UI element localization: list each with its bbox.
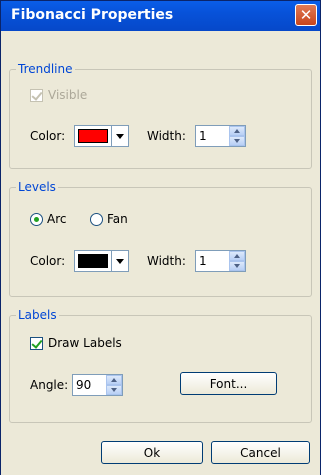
trendline-color-swatch	[78, 129, 108, 143]
levels-color-row: Color: Width: 1	[30, 250, 246, 272]
window-title: Fibonacci Properties	[11, 7, 174, 23]
fan-label: Fan	[107, 212, 128, 226]
trendline-color-row: Color: Width: 1	[30, 125, 246, 147]
labels-group: Labels Draw Labels Angle: 90 Font...	[9, 308, 312, 423]
levels-color-picker[interactable]	[74, 250, 129, 272]
fibonacci-properties-dialog: Fibonacci Properties ✕ Trendline Visible…	[0, 0, 321, 475]
trendline-group: Trendline Visible Color: Width: 1	[9, 62, 312, 169]
dialog-body: Trendline Visible Color: Width: 1 Levels…	[1, 31, 320, 475]
close-icon[interactable]: ✕	[295, 4, 317, 26]
trendline-color-label: Color:	[30, 129, 66, 143]
font-button[interactable]: Font...	[180, 372, 277, 395]
spin-up-icon[interactable]	[106, 375, 122, 385]
chevron-down-icon[interactable]	[111, 126, 128, 146]
levels-width-stepper[interactable]: 1	[195, 250, 246, 272]
spin-down-icon[interactable]	[229, 136, 245, 146]
visible-checkbox-row[interactable]: Visible	[30, 88, 87, 102]
trendline-width-stepper[interactable]: 1	[195, 125, 246, 147]
title-bar[interactable]: Fibonacci Properties ✕	[1, 1, 320, 31]
levels-width-value[interactable]: 1	[196, 251, 229, 271]
levels-color-label: Color:	[30, 254, 66, 268]
fan-radio[interactable]	[90, 212, 103, 226]
draw-labels-checkbox[interactable]	[30, 336, 43, 350]
spin-up-icon[interactable]	[229, 251, 245, 261]
angle-value[interactable]: 90	[73, 375, 106, 395]
levels-width-label: Width:	[147, 254, 186, 268]
cancel-button[interactable]: Cancel	[211, 441, 310, 464]
angle-stepper[interactable]: 90	[72, 374, 123, 396]
trendline-group-title: Trendline	[16, 62, 75, 76]
visible-checkbox[interactable]	[30, 88, 43, 102]
visible-label: Visible	[48, 88, 88, 102]
levels-group-title: Levels	[16, 180, 58, 194]
spin-down-icon[interactable]	[229, 261, 245, 271]
levels-group: Levels Arc Fan Color: Width: 1	[9, 180, 312, 297]
trendline-width-value[interactable]: 1	[196, 126, 229, 146]
trendline-width-label: Width:	[147, 129, 186, 143]
spin-down-icon[interactable]	[106, 385, 122, 395]
angle-label: Angle:	[30, 378, 69, 392]
ok-button[interactable]: Ok	[101, 441, 203, 464]
spin-up-icon[interactable]	[229, 126, 245, 136]
angle-row: Angle: 90	[30, 374, 123, 396]
chevron-down-icon[interactable]	[111, 251, 128, 271]
labels-group-title: Labels	[16, 308, 59, 322]
arc-label: Arc	[47, 212, 67, 226]
draw-labels-checkbox-row[interactable]: Draw Labels	[30, 336, 122, 350]
draw-labels-label: Draw Labels	[48, 336, 122, 350]
arc-radio[interactable]	[30, 212, 43, 226]
levels-color-swatch	[78, 254, 108, 268]
arc-radio-row[interactable]: Arc	[30, 212, 66, 226]
trendline-color-picker[interactable]	[74, 125, 129, 147]
fan-radio-row[interactable]: Fan	[90, 212, 128, 226]
